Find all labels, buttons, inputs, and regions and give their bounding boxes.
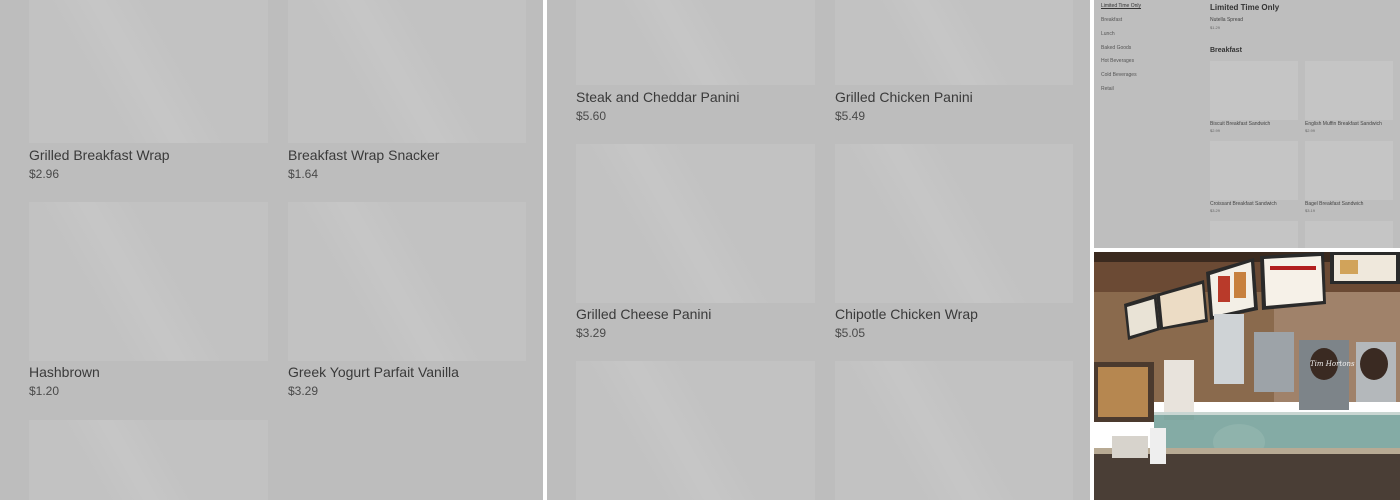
item-image[interactable]: [29, 0, 268, 143]
item-image[interactable]: [1210, 61, 1298, 120]
item-name[interactable]: Grilled Chicken Panini: [835, 89, 973, 105]
item-name[interactable]: English Muffin Breakfast Sandwich: [1305, 121, 1382, 127]
item-price: $3.29: [1210, 208, 1221, 213]
item-image[interactable]: [29, 420, 268, 500]
item-image[interactable]: [576, 0, 815, 85]
sidebar-item-retail[interactable]: Retail: [1101, 86, 1114, 92]
menu-panel-overview: Limited Time Only Breakfast Lunch Baked …: [1094, 0, 1400, 248]
item-name[interactable]: Grilled Breakfast Wrap: [29, 147, 170, 163]
sidebar-item-limited[interactable]: Limited Time Only: [1101, 3, 1141, 9]
item-name[interactable]: Bagel Breakfast Sandwich: [1305, 201, 1363, 207]
item-image[interactable]: [835, 361, 1073, 500]
item-image[interactable]: [835, 144, 1073, 303]
item-price: $3.29: [576, 326, 607, 340]
section-title-breakfast: Breakfast: [1210, 47, 1242, 54]
item-image[interactable]: [1210, 141, 1298, 200]
item-price: $3.29: [288, 384, 319, 398]
item-name[interactable]: Grilled Cheese Panini: [576, 306, 711, 322]
item-image[interactable]: [288, 0, 526, 143]
item-price: $1.29: [1210, 25, 1221, 30]
item-name[interactable]: Greek Yogurt Parfait Vanilla: [288, 364, 459, 380]
store-logo-text: Tim Hortons: [1310, 360, 1355, 368]
item-name[interactable]: Breakfast Wrap Snacker: [288, 147, 439, 163]
item-image[interactable]: [1210, 221, 1298, 248]
item-image[interactable]: [288, 202, 526, 361]
store-photo-illustration: [1094, 252, 1400, 500]
item-name[interactable]: Steak and Cheddar Panini: [576, 89, 739, 105]
item-price: $1.20: [29, 384, 60, 398]
item-name[interactable]: Croissant Breakfast Sandwich: [1210, 201, 1277, 207]
item-image[interactable]: [576, 144, 815, 303]
sidebar-item-lunch[interactable]: Lunch: [1101, 31, 1115, 37]
sidebar-item-breakfast[interactable]: Breakfast: [1101, 17, 1122, 23]
item-price: $5.05: [835, 326, 866, 340]
item-image[interactable]: [29, 202, 268, 361]
menu-panel-middle: Steak and Cheddar Panini $5.60 Grilled C…: [547, 0, 1090, 500]
item-image[interactable]: [1305, 61, 1393, 120]
item-price: $5.49: [835, 109, 866, 123]
item-name[interactable]: Nutella Spread: [1210, 17, 1243, 23]
sidebar-item-baked-goods[interactable]: Baked Goods: [1101, 45, 1131, 51]
item-price: $2.99: [1210, 128, 1221, 133]
item-price: $2.99: [1305, 128, 1316, 133]
section-title-limited: Limited Time Only: [1210, 3, 1280, 12]
sidebar-item-hot-beverages[interactable]: Hot Beverages: [1101, 58, 1134, 64]
sidebar-item-cold-beverages[interactable]: Cold Beverages: [1101, 72, 1137, 78]
item-price: $1.64: [288, 167, 319, 181]
item-image[interactable]: [576, 361, 815, 500]
menu-panel-left: Grilled Breakfast Wrap $2.96 Breakfast W…: [0, 0, 543, 500]
item-name[interactable]: Biscuit Breakfast Sandwich: [1210, 121, 1270, 127]
item-price: $5.60: [576, 109, 607, 123]
item-image[interactable]: [1305, 141, 1393, 200]
item-name[interactable]: Chipotle Chicken Wrap: [835, 306, 978, 322]
item-image[interactable]: [835, 0, 1073, 85]
item-price: $2.96: [29, 167, 60, 181]
item-image[interactable]: [1305, 221, 1393, 248]
item-price: $3.19: [1305, 208, 1316, 213]
item-name[interactable]: Hashbrown: [29, 364, 100, 380]
store-counter-photo: Tim Hortons: [1094, 252, 1400, 500]
